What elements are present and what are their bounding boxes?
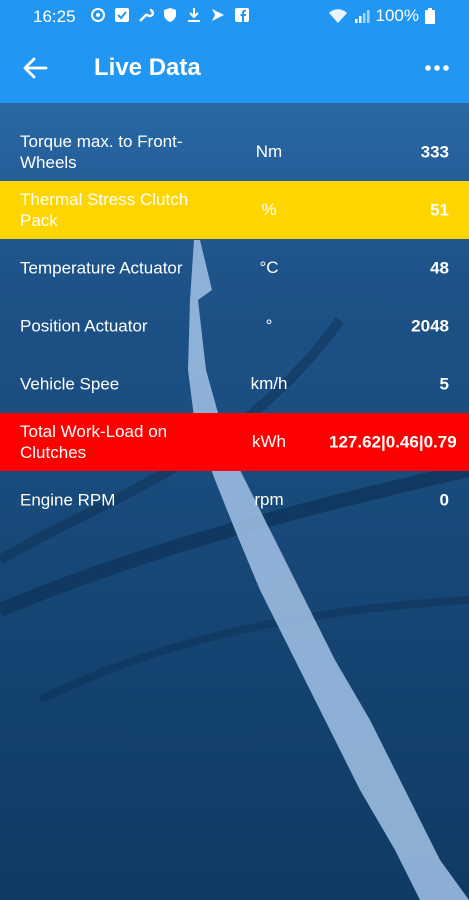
battery-percentage: 100% xyxy=(375,6,419,25)
data-row-thermal-stress[interactable]: Thermal Stress Clutch Pack % 51 xyxy=(0,181,469,239)
parameter-value: 48 xyxy=(430,258,449,278)
arrow-left-icon[interactable] xyxy=(22,55,48,81)
download-icon xyxy=(188,8,200,22)
parameter-value: 5 xyxy=(439,374,449,394)
parameter-value: 0 xyxy=(439,490,449,510)
parameter-value: 51 xyxy=(430,200,449,220)
parameter-name: Total Work-Load on Clutches xyxy=(20,422,168,462)
parameter-unit: Nm xyxy=(255,142,283,161)
data-row-temperature-actuator[interactable]: Temperature Actuator °C 48 xyxy=(0,239,469,297)
parameter-name: Thermal Stress Clutch Pack xyxy=(20,190,189,230)
parameter-name: Engine RPM xyxy=(20,490,116,510)
parameter-unit: km/h xyxy=(250,374,288,393)
parameter-value: 127.62|0.46|0.79 xyxy=(329,432,457,452)
parameter-name: Temperature Actuator xyxy=(20,258,183,278)
status-right: 100% xyxy=(328,6,435,26)
parameter-name: Torque max. to Front-Wheels xyxy=(20,132,183,172)
data-row-position-actuator[interactable]: Position Actuator ° 2048 xyxy=(0,297,469,355)
parameter-unit: kWh xyxy=(252,432,286,451)
status-time: 16:25 xyxy=(33,7,76,26)
data-row-engine-rpm[interactable]: Engine RPM rpm 0 xyxy=(0,471,469,529)
notification-icons xyxy=(90,7,250,23)
wrench-icon xyxy=(139,8,154,22)
status-bar: 16:25 100% xyxy=(0,0,469,33)
sync-icon xyxy=(91,8,105,22)
battery-icon xyxy=(425,8,435,24)
parameter-unit: °C xyxy=(259,258,279,277)
parameter-unit: ° xyxy=(265,316,273,335)
parameter-name: Vehicle Spee xyxy=(20,374,120,394)
more-horizontal-icon[interactable] xyxy=(424,58,450,78)
page-title: Live Data xyxy=(94,54,201,81)
data-row-total-work-load[interactable]: Total Work-Load on Clutches kWh 127.62|0… xyxy=(0,413,469,471)
parameter-value: 2048 xyxy=(411,316,449,336)
wifi-icon xyxy=(328,9,347,23)
signal-icon xyxy=(354,10,370,23)
parameter-name: Position Actuator xyxy=(20,316,148,336)
app-bar: Live Data xyxy=(0,33,469,103)
shield-icon xyxy=(164,8,176,22)
parameter-unit: % xyxy=(261,200,277,219)
checkbox-icon xyxy=(115,8,129,22)
data-row-torque[interactable]: Torque max. to Front-Wheels Nm 333 xyxy=(0,123,469,181)
data-row-vehicle-speed[interactable]: Vehicle Spee km/h 5 xyxy=(0,355,469,413)
send-icon xyxy=(212,9,224,21)
parameter-unit: rpm xyxy=(254,490,284,509)
live-data-list: Torque max. to Front-Wheels Nm 333 Therm… xyxy=(0,123,469,529)
facebook-icon xyxy=(235,8,249,22)
parameter-value: 333 xyxy=(420,142,449,162)
